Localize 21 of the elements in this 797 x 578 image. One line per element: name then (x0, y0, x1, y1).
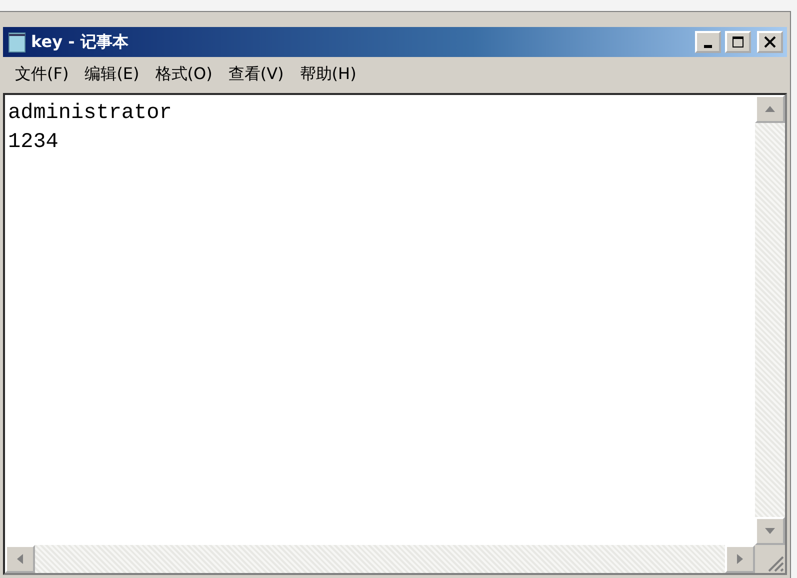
scroll-up-button[interactable] (755, 95, 785, 123)
down-arrow-icon (765, 528, 775, 534)
scroll-down-button[interactable] (755, 517, 785, 545)
menu-item[interactable]: 格式(O) (149, 62, 218, 86)
scroll-right-button[interactable] (725, 545, 755, 573)
window-title: key - 记事本 (31, 32, 130, 52)
minimize-button[interactable] (695, 31, 721, 53)
menu-item[interactable]: 文件(F) (9, 62, 75, 86)
close-button[interactable] (757, 31, 783, 53)
menu-item[interactable]: 帮助(H) (294, 62, 362, 86)
menu-item[interactable]: 查看(V) (222, 62, 290, 86)
menu-item[interactable]: 编辑(E) (78, 62, 146, 86)
minimize-icon (704, 44, 712, 48)
close-icon (764, 36, 776, 48)
notepad-icon (7, 31, 27, 53)
maximize-icon (732, 36, 744, 48)
maximize-button[interactable] (725, 31, 751, 53)
right-arrow-icon (737, 554, 743, 564)
up-arrow-icon (765, 106, 775, 112)
scroll-left-button[interactable] (5, 545, 35, 573)
left-arrow-icon (17, 554, 23, 564)
